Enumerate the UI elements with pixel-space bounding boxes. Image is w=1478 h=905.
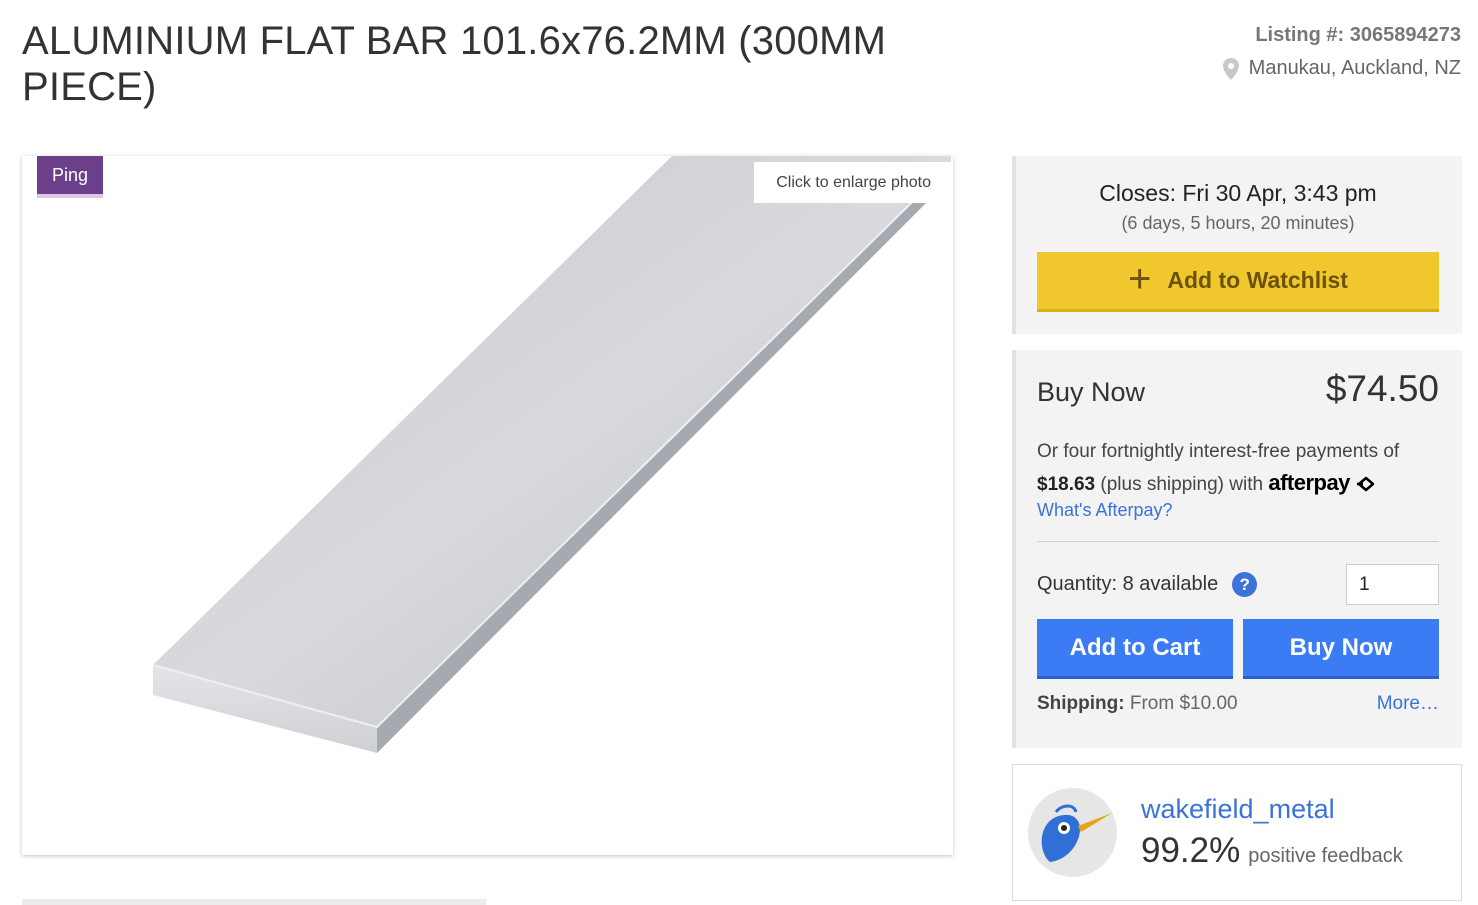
quantity-label: Quantity: 8 available bbox=[1037, 573, 1219, 595]
quantity-label-group: Quantity: 8 available ? bbox=[1037, 572, 1258, 597]
time-remaining: (6 days, 5 hours, 20 minutes) bbox=[1121, 213, 1355, 233]
seller-feedback: 99.2% positive feedback bbox=[1141, 831, 1403, 871]
add-to-watchlist-button[interactable]: + Add to Watchlist bbox=[1037, 252, 1439, 312]
shipping-more-link[interactable]: More… bbox=[1377, 693, 1439, 715]
buy-now-label: Buy Now bbox=[1037, 377, 1146, 407]
enlarge-photo-button[interactable]: Click to enlarge photo bbox=[754, 162, 953, 203]
afterpay-info: Or four fortnightly interest-free paymen… bbox=[1037, 436, 1439, 500]
afterpay-logo: afterpay bbox=[1268, 470, 1350, 495]
buy-now-panel: Buy Now $74.50 Or four fortnightly inter… bbox=[1012, 350, 1462, 748]
seller-info: wakefield_metal 99.2% positive feedback bbox=[1141, 794, 1403, 871]
divider bbox=[22, 899, 486, 905]
listing-number: Listing #: 3065894273 bbox=[1255, 24, 1461, 46]
afterpay-suffix: (plus shipping) with bbox=[1100, 474, 1264, 495]
shipping-row: Shipping: From $10.00 More… bbox=[1037, 693, 1439, 715]
help-icon[interactable]: ? bbox=[1232, 572, 1258, 597]
listing-title: ALUMINIUM FLAT BAR 101.6x76.2MM (300MM P… bbox=[22, 19, 887, 109]
seller-avatar[interactable] bbox=[1028, 788, 1117, 877]
listing-photo[interactable]: Ping Click to enlarge photo bbox=[22, 156, 953, 855]
location-text: Manukau, Auckland, NZ bbox=[1248, 57, 1461, 79]
afterpay-prefix: Or four fortnightly interest-free paymen… bbox=[1037, 441, 1400, 462]
panel-divider bbox=[1037, 541, 1439, 542]
feedback-label: positive feedback bbox=[1248, 845, 1403, 867]
feedback-percentage: 99.2% bbox=[1141, 831, 1241, 870]
add-to-cart-button[interactable]: Add to Cart bbox=[1037, 619, 1233, 679]
watchlist-label: Add to Watchlist bbox=[1167, 267, 1348, 293]
listing-meta: Listing #: 3065894273 Manukau, Auckland,… bbox=[1222, 24, 1461, 80]
purchase-buttons: Add to Cart Buy Now bbox=[1037, 619, 1439, 679]
ping-badge: Ping bbox=[37, 156, 103, 198]
afterpay-arrows-icon bbox=[1357, 476, 1375, 492]
kiwi-bird-icon bbox=[1041, 804, 1112, 862]
seller-name-link[interactable]: wakefield_metal bbox=[1141, 794, 1403, 825]
afterpay-amount: $18.63 bbox=[1037, 474, 1096, 495]
location-pin-icon bbox=[1222, 57, 1239, 80]
aluminium-bar-image bbox=[152, 156, 952, 753]
shipping-value: From $10.00 bbox=[1129, 693, 1238, 714]
location: Manukau, Auckland, NZ bbox=[1222, 57, 1461, 80]
closing-time: Closes: Fri 30 Apr, 3:43 pm bbox=[1099, 180, 1377, 206]
whats-afterpay-link[interactable]: What's Afterpay? bbox=[1037, 500, 1439, 521]
quantity-row: Quantity: 8 available ? bbox=[1037, 564, 1439, 605]
seller-card: wakefield_metal 99.2% positive feedback bbox=[1012, 764, 1462, 901]
quantity-input[interactable] bbox=[1346, 564, 1439, 605]
shipping-info: Shipping: From $10.00 bbox=[1037, 693, 1238, 715]
plus-icon: + bbox=[1128, 256, 1152, 301]
buy-now-row: Buy Now $74.50 bbox=[1037, 368, 1439, 410]
shipping-label: Shipping: bbox=[1037, 693, 1125, 714]
buy-now-price: $74.50 bbox=[1325, 368, 1439, 409]
buy-now-button[interactable]: Buy Now bbox=[1243, 619, 1439, 679]
closing-panel: Closes: Fri 30 Apr, 3:43 pm (6 days, 5 h… bbox=[1012, 156, 1462, 334]
